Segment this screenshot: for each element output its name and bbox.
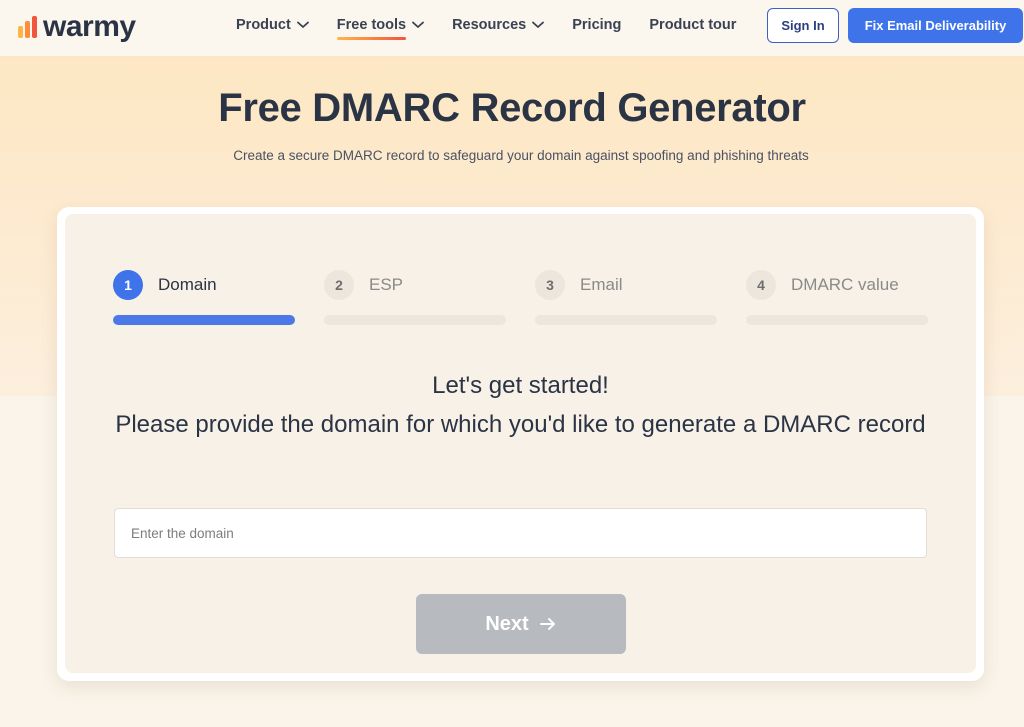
nav-item-pricing[interactable]: Pricing: [572, 17, 621, 33]
main-nav: Product Free tools Resources Pricing Pro…: [236, 0, 764, 50]
warmy-bars-logo-icon: [18, 16, 37, 38]
step-label: Domain: [158, 275, 217, 294]
nav-item-label: Resources: [452, 17, 527, 33]
chevron-down-icon: [532, 21, 545, 28]
prompt-heading: Let's get started!: [432, 372, 609, 399]
nav-item-free-tools[interactable]: Free tools: [336, 17, 424, 40]
brand-name: warmy: [43, 10, 136, 43]
nav-item-label: Free tools: [336, 17, 407, 40]
step-number: 4: [746, 270, 776, 300]
chevron-down-icon: [296, 21, 309, 28]
wizard-step-esp[interactable]: 2 ESP: [324, 263, 506, 333]
nav-item-label: Product tour: [649, 17, 737, 33]
nav-item-product[interactable]: Product: [236, 17, 309, 33]
generator-card-body: 1 Domain 2 ESP 3 Email 4 DMARC value Let…: [65, 214, 976, 673]
step-number: 2: [324, 270, 354, 300]
next-button-label: Next: [485, 612, 529, 635]
step-progress-bar: [324, 315, 506, 325]
chevron-down-icon: [412, 21, 424, 28]
nav-item-product-tour[interactable]: Product tour: [649, 17, 736, 33]
step-progress-bar: [113, 315, 295, 325]
wizard-steps: 1 Domain 2 ESP 3 Email 4 DMARC value: [113, 263, 928, 333]
step-label: Email: [580, 275, 623, 294]
wizard-step-dmarc-value[interactable]: 4 DMARC value: [746, 263, 928, 333]
sign-in-button[interactable]: Sign In: [767, 8, 839, 43]
step-label: ESP: [369, 275, 404, 294]
brand-logo[interactable]: warmy: [18, 12, 136, 42]
site-header: warmy Product Free tools Resources Prici…: [0, 0, 1024, 56]
step-progress-bar: [746, 315, 928, 325]
page-title: Free DMARC Record Generator: [218, 86, 806, 130]
wizard-step-email[interactable]: 3 Email: [535, 263, 717, 333]
arrow-right-icon: [539, 618, 555, 630]
step-number: 3: [535, 270, 565, 300]
step-progress-bar: [535, 315, 717, 325]
generator-card: 1 Domain 2 ESP 3 Email 4 DMARC value Let…: [57, 207, 984, 681]
page-subtitle: Create a secure DMARC record to safeguar…: [233, 148, 809, 163]
next-button[interactable]: Next: [416, 594, 626, 654]
step-label: DMARC value: [791, 275, 899, 294]
domain-input[interactable]: [114, 508, 927, 558]
step-number: 1: [113, 270, 143, 300]
nav-item-label: Pricing: [572, 17, 622, 33]
nav-item-label: Product: [236, 17, 291, 33]
prompt-instructions: Please provide the domain for which you'…: [115, 411, 926, 438]
nav-item-resources[interactable]: Resources: [452, 17, 545, 33]
wizard-step-domain[interactable]: 1 Domain: [113, 263, 295, 333]
fix-email-deliverability-button[interactable]: Fix Email Deliverability: [848, 8, 1023, 43]
